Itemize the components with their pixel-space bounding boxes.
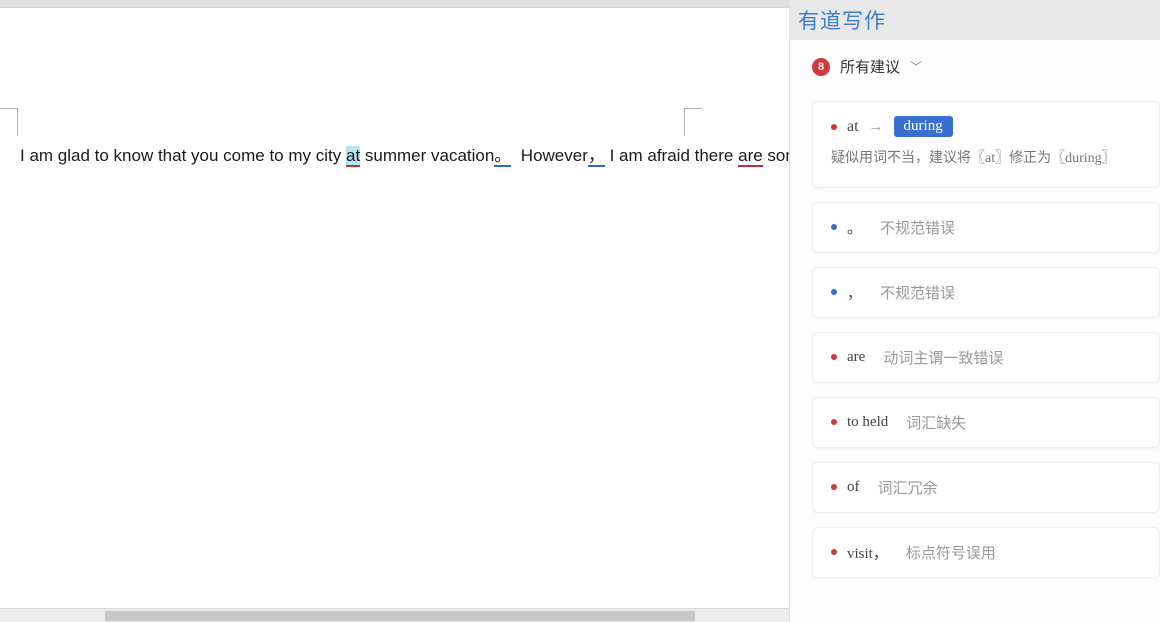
text-run[interactable]: some bad news. I am planning to particip… [763, 146, 789, 165]
bullet-icon [831, 549, 837, 555]
bullet-icon [831, 224, 837, 230]
suggestion-desc: 词汇缺失 [906, 412, 966, 433]
suggestion-card-line: to held 词汇缺失 [831, 412, 1147, 433]
suggestion-card[interactable]: to held 词汇缺失 [812, 397, 1160, 448]
editor-pane: I am glad to know that you come to my ci… [0, 0, 789, 622]
bullet-icon [831, 484, 837, 490]
bullet-icon [831, 289, 837, 295]
suggestions-count-badge: 8 [812, 58, 830, 76]
suggestion-card[interactable]: ， 不规范错误 [812, 267, 1160, 318]
suggestion-card-primary[interactable]: at → during 疑似用词不当，建议将〖at〗修正为〖during〗 [812, 101, 1160, 188]
suggestions-summary[interactable]: 8 所有建议 ﹀ [812, 56, 1160, 77]
margin-marker-right [684, 108, 702, 136]
suggestion-card-line: of 词汇冗余 [831, 477, 1147, 498]
suggestion-explanation: 疑似用词不当，建议将〖at〗修正为〖during〗 [831, 149, 1147, 169]
suggestion-card-line: 。不规范错误 [831, 217, 1147, 238]
text-run[interactable]: summer vacation [360, 146, 494, 165]
editor-scroll-area[interactable]: I am glad to know that you come to my ci… [0, 8, 789, 608]
margin-marker-left [0, 108, 18, 136]
suggestion-card[interactable]: visit， 标点符号误用 [812, 527, 1160, 578]
text-run[interactable]: However [511, 146, 588, 165]
arrow-right-icon: → [869, 118, 884, 135]
suggestion-card[interactable]: 。不规范错误 [812, 202, 1160, 253]
suggestion-card-line: at → during [831, 116, 1147, 137]
chevron-down-icon: ﹀ [910, 58, 922, 75]
suggestion-desc: 标点符号误用 [906, 542, 996, 563]
panel-title: 有道写作 [790, 0, 1160, 40]
suggestion-card-line: visit， 标点符号误用 [831, 542, 1147, 563]
error-comma-cn[interactable]: ， [588, 146, 605, 167]
horizontal-scrollbar[interactable] [0, 608, 789, 622]
suggestion-card-line: are 动词主谓一致错误 [831, 347, 1147, 368]
suggestion-desc: 不规范错误 [880, 217, 955, 238]
text-run[interactable]: I am afraid there [605, 146, 738, 165]
original-word: visit， [847, 542, 888, 563]
bullet-icon [831, 419, 837, 425]
error-are[interactable]: are [738, 146, 763, 167]
panel-body: 8 所有建议 ﹀ at → during 疑似用词不当，建议将〖at〗修正为〖d… [790, 40, 1160, 622]
original-word: 。 [847, 217, 862, 238]
error-at[interactable]: at [346, 146, 360, 167]
suggestion-card[interactable]: of 词汇冗余 [812, 462, 1160, 513]
original-word: to held [847, 414, 888, 431]
suggestion-card-line: ， 不规范错误 [831, 282, 1147, 303]
replacement-pill[interactable]: during [894, 116, 953, 137]
suggestions-panel: 有道写作 8 所有建议 ﹀ at → during 疑似用词不当，建议将〖at〗… [789, 0, 1160, 622]
editor-top-bar [0, 0, 789, 8]
suggestion-card[interactable]: are 动词主谓一致错误 [812, 332, 1160, 383]
text-run[interactable]: I am glad to know that you come to my ci… [20, 146, 346, 165]
horizontal-scrollbar-thumb[interactable] [105, 611, 695, 621]
document-text[interactable]: I am glad to know that you come to my ci… [0, 103, 705, 169]
suggestion-desc: 不规范错误 [880, 282, 955, 303]
suggestions-label: 所有建议 [840, 56, 900, 77]
suggestion-list: 。不规范错误，不规范错误are动词主谓一致错误to held词汇缺失of词汇冗余… [812, 202, 1160, 578]
suggestion-desc: 动词主谓一致错误 [883, 347, 1003, 368]
error-period-cn[interactable]: 。 [494, 146, 511, 167]
original-word: of [847, 479, 860, 496]
original-word: are [847, 349, 865, 366]
bullet-icon [831, 354, 837, 360]
original-word: ， [847, 282, 862, 303]
bullet-icon [831, 124, 837, 130]
suggestion-desc: 词汇冗余 [878, 477, 938, 498]
original-word: at [847, 118, 859, 136]
